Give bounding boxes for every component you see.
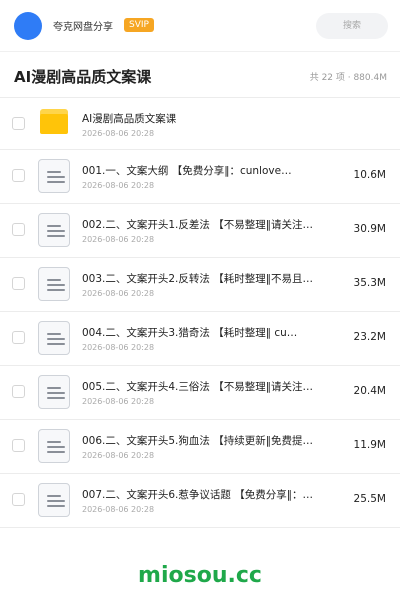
- page-title: AI漫剧高品质文案课: [14, 68, 152, 86]
- file-list: AI漫剧高品质文案课 2026-08-06 20:28 001.一、文案大纲 【…: [0, 98, 400, 528]
- file-date: 2026-08-06 20:28: [82, 129, 155, 138]
- list-item[interactable]: 002.二、文案开头1.反差法 【不易整理‖请关注… 2026-08-06 20…: [0, 204, 400, 258]
- file-size: 20.4M: [353, 385, 386, 397]
- row-checkbox[interactable]: [12, 117, 25, 130]
- row-checkbox[interactable]: [12, 439, 25, 452]
- row-checkbox[interactable]: [12, 223, 25, 236]
- row-checkbox[interactable]: [12, 385, 25, 398]
- file-size: 30.9M: [353, 223, 386, 235]
- file-size: 11.9M: [353, 439, 386, 451]
- watermark-text: miosou.cc: [138, 563, 262, 588]
- file-name: 005.二、文案开头4.三俗法 【不易整理‖请关注…: [82, 381, 313, 393]
- file-date: 2026-08-06 20:28: [82, 505, 155, 514]
- document-icon: [38, 213, 70, 247]
- folder-header: AI漫剧高品质文案课 共 22 项 · 880.4M: [0, 52, 400, 98]
- folder-meta: 共 22 项 · 880.4M: [309, 73, 387, 83]
- svip-badge: SVIP: [124, 18, 154, 32]
- file-date: 2026-08-06 20:28: [82, 397, 155, 406]
- document-icon: [38, 267, 70, 301]
- username: 夸克网盘分享: [53, 22, 113, 33]
- file-name: 006.二、文案开头5.狗血法 【持续更新‖免费提…: [82, 435, 313, 447]
- file-size: 35.3M: [353, 277, 386, 289]
- document-icon: [38, 159, 70, 193]
- file-name: 001.一、文案大纲 【免费分享‖：cunlove…: [82, 165, 292, 177]
- file-name: 007.二、文案开头6.惹争议话题 【免费分享‖：…: [82, 489, 313, 501]
- row-checkbox[interactable]: [12, 169, 25, 182]
- search-input[interactable]: 搜索: [316, 13, 388, 39]
- row-checkbox[interactable]: [12, 493, 25, 506]
- list-item[interactable]: 006.二、文案开头5.狗血法 【持续更新‖免费提… 2026-08-06 20…: [0, 420, 400, 474]
- document-icon: [38, 321, 70, 355]
- file-date: 2026-08-06 20:28: [82, 343, 155, 352]
- file-date: 2026-08-06 20:28: [82, 289, 155, 298]
- file-name: 003.二、文案开头2.反转法 【耗时整理‖不易且…: [82, 273, 313, 285]
- file-name: AI漫剧高品质文案课: [82, 113, 177, 125]
- row-checkbox[interactable]: [12, 331, 25, 344]
- file-size: 23.2M: [353, 331, 386, 343]
- list-item[interactable]: 005.二、文案开头4.三俗法 【不易整理‖请关注… 2026-08-06 20…: [0, 366, 400, 420]
- list-item[interactable]: 003.二、文案开头2.反转法 【耗时整理‖不易且… 2026-08-06 20…: [0, 258, 400, 312]
- document-icon: [38, 483, 70, 517]
- folder-icon: [38, 107, 70, 141]
- row-checkbox[interactable]: [12, 277, 25, 290]
- file-size: 25.5M: [353, 493, 386, 505]
- list-item[interactable]: 004.二、文案开头3.猎奇法 【耗时整理‖ cu… 2026-08-06 20…: [0, 312, 400, 366]
- list-item-folder[interactable]: AI漫剧高品质文案课 2026-08-06 20:28: [0, 98, 400, 150]
- file-size: 10.6M: [353, 169, 386, 181]
- file-name: 004.二、文案开头3.猎奇法 【耗时整理‖ cu…: [82, 327, 298, 339]
- document-icon: [38, 375, 70, 409]
- list-item[interactable]: 007.二、文案开头6.惹争议话题 【免费分享‖：… 2026-08-06 20…: [0, 474, 400, 528]
- avatar[interactable]: [14, 12, 42, 40]
- list-item[interactable]: 001.一、文案大纲 【免费分享‖：cunlove… 2026-08-06 20…: [0, 150, 400, 204]
- file-name: 002.二、文案开头1.反差法 【不易整理‖请关注…: [82, 219, 313, 231]
- top-bar: 夸克网盘分享 SVIP 搜索: [0, 0, 400, 52]
- document-icon: [38, 429, 70, 463]
- file-date: 2026-08-06 20:28: [82, 181, 155, 190]
- file-date: 2026-08-06 20:28: [82, 235, 155, 244]
- file-date: 2026-08-06 20:28: [82, 451, 155, 460]
